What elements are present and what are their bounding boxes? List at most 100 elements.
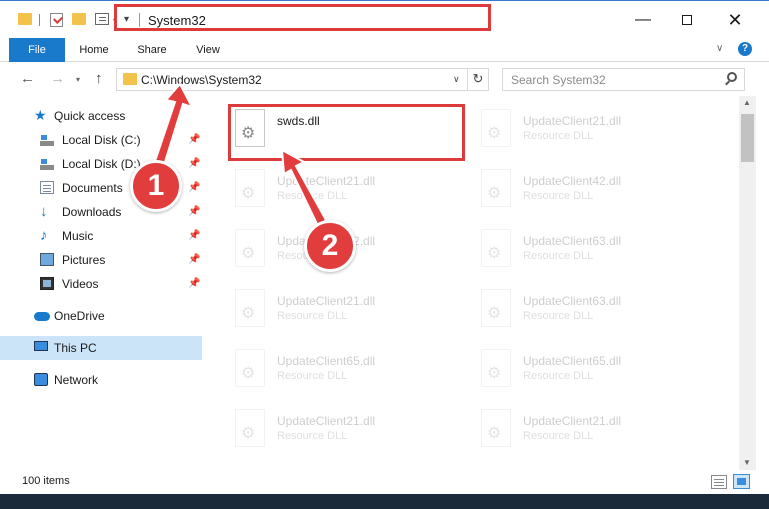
sidebar-item-label: Quick access [54,109,126,123]
file-name: UpdateClient65.dll [277,354,376,368]
file-item[interactable]: UpdateClient65.dll Resource DLL [473,342,707,398]
sidebar-item-network[interactable]: Network [0,368,202,392]
scrollbar-thumb[interactable] [741,114,754,162]
downloads-icon: ↓ [40,203,48,220]
disk-icon [40,133,54,146]
status-bar: 100 items [0,470,769,494]
tab-view[interactable]: View [190,38,226,62]
file-type: Resource DLL [523,370,594,382]
close-button[interactable]: ✕ [712,7,758,35]
properties-check-icon[interactable] [50,13,63,27]
file-name: UpdateClient21.dll [277,294,376,308]
up-arrow-icon[interactable]: ↑ [95,70,103,87]
sidebar-item-quick-access[interactable]: ★ Quick access [0,104,202,128]
pin-icon[interactable]: 📌 [188,134,200,145]
pictures-icon [40,253,54,266]
dll-file-icon [481,109,511,147]
sidebar-item-label: Local Disk (D:) [62,157,141,171]
recent-locations-icon[interactable]: ▾ [76,75,80,84]
pin-icon[interactable]: 📌 [188,182,200,193]
dll-file-icon [235,349,265,387]
cloud-icon [34,312,50,321]
tab-share[interactable]: Share [132,38,172,62]
sidebar-item-this-pc[interactable]: This PC [0,336,202,360]
file-item[interactable]: UpdateClient21.dll Resource DLL [473,402,707,458]
file-item[interactable]: UpdateClient42.dll Resource DLL [473,162,707,218]
step-1-marker: 1 [130,160,182,212]
file-name: UpdateClient21.dll [523,414,622,428]
documents-icon [40,181,54,194]
network-icon [34,373,48,386]
properties-icon[interactable] [95,13,109,25]
vertical-scrollbar[interactable]: ▲ ▼ [739,96,756,470]
address-path[interactable]: C:\Windows\System32 [141,73,262,87]
expand-ribbon-icon[interactable]: ∨ [716,43,723,54]
scroll-down-icon[interactable]: ▼ [743,458,751,467]
minimize-button[interactable]: — [620,7,666,35]
file-name: UpdateClient21.dll [277,174,376,188]
help-icon[interactable]: ? [738,42,752,56]
address-bar[interactable]: C:\Windows\System32 ∨ ↻ [116,68,489,91]
file-name: UpdateClient42.dll [523,174,622,188]
file-item[interactable]: UpdateClient21.dll Resource DLL [227,282,461,338]
dll-file-icon [481,229,511,267]
search-icon[interactable] [727,72,737,82]
large-icons-view-icon[interactable] [733,474,750,489]
tab-home[interactable]: Home [74,38,114,62]
file-item[interactable]: UpdateClient63.dll Resource DLL [473,282,707,338]
sidebar-item-pictures[interactable]: Pictures 📌 [0,248,202,272]
file-type: Resource DLL [523,250,594,262]
sidebar-item-videos[interactable]: Videos 📌 [0,272,202,296]
file-type: Resource DLL [523,130,594,142]
sidebar-item-label: This PC [54,341,97,355]
folder-icon[interactable] [18,13,32,25]
file-item[interactable]: UpdateClient63.dll Resource DLL [473,222,707,278]
file-highlight [228,104,465,161]
file-name: UpdateClient21.dll [523,114,622,128]
computer-icon [34,341,48,351]
sidebar-item-label: Network [54,373,99,387]
navigation-pane: ★ Quick access Local Disk (C:) 📌 Local D… [0,96,211,470]
step-2-marker: 2 [304,220,356,272]
new-folder-icon[interactable] [72,13,86,25]
pin-icon[interactable]: 📌 [188,254,200,265]
maximize-icon [682,14,692,25]
pin-icon[interactable]: 📌 [188,278,200,289]
dll-file-icon [481,289,511,327]
file-item[interactable]: UpdateClient21.dll Resource DLL [473,102,707,158]
forward-arrow-icon[interactable]: → [50,70,65,87]
back-arrow-icon[interactable]: ← [20,70,35,87]
file-name: UpdateClient63.dll [523,234,622,248]
sidebar-item-local-disk-c[interactable]: Local Disk (C:) 📌 [0,128,202,152]
sidebar-item-label: Documents [62,181,123,195]
tab-file[interactable]: File [9,38,65,62]
sidebar-item-music[interactable]: ♪ Music 📌 [0,224,202,248]
file-item[interactable]: UpdateClient21.dll Resource DLL [227,402,461,458]
search-input[interactable]: Search System32 [502,68,745,91]
scroll-up-icon[interactable]: ▲ [743,98,751,107]
details-view-icon[interactable] [711,475,727,489]
quick-access-separator [39,14,40,26]
sidebar-item-onedrive[interactable]: OneDrive [0,304,202,328]
file-type: Resource DLL [277,190,348,202]
file-name: UpdateClient63.dll [523,294,622,308]
address-bar-highlight [114,4,491,31]
dll-file-icon [481,169,511,207]
chevron-down-icon[interactable]: ∨ [453,74,460,85]
pin-icon[interactable]: 📌 [188,206,200,217]
dll-file-icon [235,289,265,327]
file-item[interactable]: UpdateClient21.dll Resource DLL [227,162,461,218]
file-item[interactable]: UpdateClient65.dll Resource DLL [227,342,461,398]
pin-icon[interactable]: 📌 [188,230,200,241]
file-type: Resource DLL [277,430,348,442]
sidebar-item-label: Local Disk (C:) [62,133,141,147]
item-count: 100 items [22,475,70,487]
pin-icon[interactable]: 📌 [188,158,200,169]
file-type: Resource DLL [523,430,594,442]
file-name: UpdateClient65.dll [523,354,622,368]
search-placeholder: Search System32 [511,73,606,87]
folder-icon [123,73,137,85]
refresh-icon[interactable]: ↻ [467,69,488,90]
music-icon: ♪ [40,227,48,244]
maximize-button[interactable] [664,7,710,35]
